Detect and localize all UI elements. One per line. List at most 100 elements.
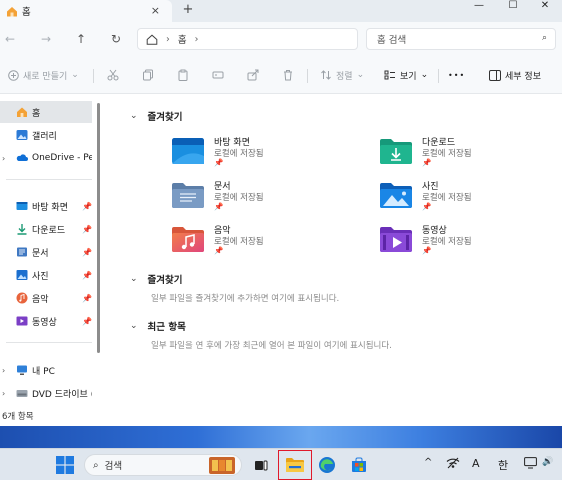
chevron-down-icon: ⌄ [130, 111, 138, 121]
taskbar: ⌕ 검색 ^ A 한 🔊 [0, 448, 562, 480]
search-input[interactable]: 홈 검색 ⌕ [366, 28, 556, 50]
sort-label: 정렬 [336, 71, 353, 82]
sidebar-item-label: DVD 드라이브 ( [32, 389, 92, 400]
divider [93, 69, 94, 83]
taskbar-search[interactable]: ⌕ 검색 [84, 454, 242, 476]
quick-item-downloads[interactable]: 다운로드 로컬에 저장됨 📌 [380, 135, 560, 179]
new-tab-button[interactable]: + [180, 2, 196, 17]
input-mode-a[interactable]: A [472, 457, 480, 470]
divider [438, 69, 439, 83]
quick-item-music[interactable]: 음악 로컬에 저장됨 📌 [172, 223, 352, 267]
chevron-down-icon: ⌄ [356, 70, 365, 80]
rename-icon [211, 68, 225, 82]
copy-button[interactable] [141, 68, 158, 82]
maximize-button[interactable]: ☐ [496, 0, 530, 14]
address-bar[interactable]: › 홈 › [137, 28, 358, 50]
breadcrumb-separator[interactable]: › [195, 34, 199, 45]
sort-button[interactable]: 정렬 ⌄ [319, 68, 364, 82]
edge-taskbar-button[interactable] [316, 454, 338, 476]
network-icon[interactable] [446, 457, 460, 472]
pin-icon: 📌 [214, 202, 224, 211]
sidebar-item-gallery[interactable]: 갤러리 [0, 124, 92, 146]
favorites-header[interactable]: ⌄ 즐겨찾기 [130, 272, 183, 286]
pin-icon: 📌 [214, 246, 224, 255]
sidebar-item-videos[interactable]: 동영상 📌 [0, 310, 92, 332]
chevron-right-icon[interactable]: › [2, 389, 5, 398]
task-view-button[interactable] [250, 454, 272, 476]
up-button[interactable]: ↑ [73, 31, 89, 47]
chevron-down-icon: ⌄ [130, 321, 138, 331]
view-label: 보기 [400, 71, 417, 82]
rename-button[interactable] [211, 68, 228, 82]
quick-access-header[interactable]: ⌄ 즐겨찾기 [130, 109, 183, 123]
sidebar-scrollbar[interactable] [97, 103, 100, 353]
sidebar-item-this-pc[interactable]: › 내 PC [0, 359, 92, 381]
sidebar-item-label: 다운로드 [32, 225, 66, 236]
video-folder-icon [380, 227, 412, 252]
sidebar-item-documents[interactable]: 문서 📌 [0, 241, 92, 263]
chevron-down-icon: ⌄ [130, 274, 138, 284]
input-mode-korean[interactable]: 한 [498, 457, 508, 473]
gallery-icon [16, 129, 28, 141]
quick-item-videos[interactable]: 동영상 로컬에 저장됨 📌 [380, 223, 560, 267]
pin-icon: 📌 [422, 246, 432, 255]
store-taskbar-button[interactable] [348, 454, 370, 476]
sidebar-item-downloads[interactable]: 다운로드 📌 [0, 218, 92, 240]
sidebar-item-desktop[interactable]: 바탕 화면 📌 [0, 195, 92, 217]
music-folder-icon [172, 227, 204, 252]
sidebar-item-label: 내 PC [32, 366, 55, 377]
pin-icon: 📌 [82, 270, 92, 280]
tab-close-button[interactable]: × [151, 4, 160, 17]
pin-icon: 📌 [82, 224, 92, 234]
start-button[interactable] [54, 454, 76, 476]
new-button[interactable]: 새로 만들기 ⌄ [6, 68, 79, 82]
sidebar-item-onedrive[interactable]: › OneDrive - Pers [0, 147, 92, 169]
edge-browser-icon [319, 457, 335, 473]
tab-title: 홈 [22, 7, 31, 18]
display-icon[interactable] [524, 457, 537, 472]
document-folder-icon [172, 183, 204, 208]
refresh-button[interactable]: ↻ [108, 31, 124, 47]
trash-icon [281, 68, 295, 82]
forward-button[interactable]: → [38, 31, 54, 47]
share-button[interactable] [246, 68, 263, 82]
pin-icon: 📌 [214, 158, 224, 167]
scissors-icon [106, 68, 120, 82]
recent-header[interactable]: ⌄ 최근 항목 [130, 319, 186, 333]
pc-icon [16, 364, 28, 376]
sidebar-item-dvd-drive[interactable]: › DVD 드라이브 ( [0, 382, 92, 404]
pin-icon: 📌 [82, 293, 92, 303]
close-window-button[interactable]: ✕ [528, 0, 562, 14]
cut-button[interactable] [106, 68, 123, 82]
file-explorer-taskbar-button[interactable] [284, 454, 306, 476]
copy-icon [141, 68, 155, 82]
taskbar-search-label: 검색 [104, 461, 123, 472]
sidebar-item-home[interactable]: 홈 [0, 101, 92, 123]
view-button[interactable]: 보기 ⌄ [383, 68, 428, 82]
breadcrumb-separator: › [166, 33, 170, 45]
quick-item-documents[interactable]: 문서 로컬에 저장됨 📌 [172, 179, 352, 223]
sidebar-item-label: 갤러리 [32, 131, 57, 142]
tab-home[interactable]: 홈 × [0, 0, 172, 22]
sidebar-item-pictures[interactable]: 사진 📌 [0, 264, 92, 286]
details-pane-button[interactable]: 세부 정보 [488, 68, 541, 82]
task-view-icon [255, 460, 268, 471]
tray-overflow-chevron[interactable]: ^ [424, 457, 432, 468]
delete-button[interactable] [281, 68, 298, 82]
back-button[interactable]: ← [2, 31, 18, 47]
plus-circle-icon [6, 68, 20, 82]
breadcrumb-home[interactable]: 홈 [178, 32, 187, 46]
more-options-button[interactable]: ••• [448, 68, 465, 82]
minimize-button[interactable]: — [462, 0, 496, 14]
quick-item-desktop[interactable]: 바탕 화면 로컬에 저장됨 📌 [172, 135, 352, 179]
sidebar-item-label: OneDrive - Pers [32, 153, 92, 163]
quick-item-pictures[interactable]: 사진 로컬에 저장됨 📌 [380, 179, 560, 223]
chevron-right-icon[interactable]: › [2, 154, 5, 163]
volume-icon[interactable]: 🔊 [542, 457, 553, 467]
favorites-empty-text: 일부 파일을 즐겨찾기에 추가하면 여기에 표시됩니다. [151, 294, 340, 304]
sidebar-item-music[interactable]: 음악 📌 [0, 287, 92, 309]
paste-button[interactable] [176, 68, 193, 82]
chevron-right-icon[interactable]: › [2, 366, 5, 375]
status-bar: 6개 항목 [0, 409, 562, 426]
desktop-folder-icon [172, 138, 204, 164]
